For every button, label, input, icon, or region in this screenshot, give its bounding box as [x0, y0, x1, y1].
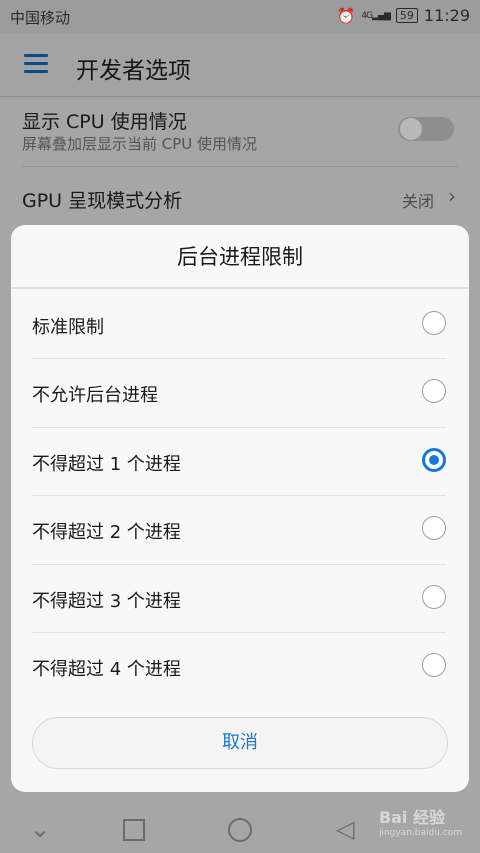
clock: 11:29 — [423, 6, 470, 25]
radio-option[interactable]: 不得超过 1 个进程 — [32, 428, 446, 497]
radio-option[interactable]: 不允许后台进程 — [32, 359, 446, 428]
alarm-icon: ⏰ — [336, 6, 356, 25]
hamburger-menu-icon[interactable] — [24, 54, 50, 76]
watermark-url: jingyan.baidu.com — [378, 828, 462, 838]
home-icon[interactable] — [228, 818, 252, 842]
watermark-brand: Bai 经验 — [378, 808, 445, 827]
cancel-button[interactable]: 取消 — [32, 717, 448, 769]
toggle-knob — [400, 118, 422, 140]
option-label: 标准限制 — [32, 317, 104, 338]
background-process-limit-dialog: 后台进程限制 标准限制 不允许后台进程 不得超过 1 个进程 不得超过 2 个进… — [11, 225, 469, 792]
option-label: 不允许后台进程 — [32, 385, 158, 407]
chevron-right-icon: › — [448, 184, 456, 208]
back-icon[interactable]: ◁ — [336, 815, 354, 843]
signal-icon: 4G▂▄▆ — [361, 10, 390, 21]
battery-icon: 59 — [395, 8, 418, 23]
setting-show-cpu-usage[interactable]: 显示 CPU 使用情况 屏幕叠加层显示当前 CPU 使用情况 — [0, 97, 480, 167]
carrier-name: 中国移动 — [10, 9, 71, 27]
setting-title: 显示 CPU 使用情况 — [22, 111, 187, 133]
chevron-down-icon[interactable]: ⌄ — [30, 815, 50, 843]
status-bar: 中国移动 ⏰ 4G▂▄▆ 59 11:29 — [0, 0, 480, 34]
network-type: 4G — [361, 10, 373, 21]
watermark-logo: Bai 经验 jingyan.baidu.com — [379, 804, 462, 838]
page-title: 开发者选项 — [76, 58, 191, 84]
radio-button[interactable] — [422, 516, 446, 541]
radio-option[interactable]: 不得超过 4 个进程 — [32, 633, 446, 700]
radio-option[interactable]: 不得超过 2 个进程 — [32, 496, 446, 565]
radio-button[interactable] — [422, 311, 446, 335]
app-bar: 开发者选项 — [0, 34, 480, 97]
option-label: 不得超过 2 个进程 — [32, 522, 181, 544]
recent-apps-icon[interactable] — [123, 819, 145, 841]
setting-gpu-rendering-profile[interactable]: GPU 呈现模式分析 关闭 › — [0, 167, 480, 229]
radio-option[interactable]: 不得超过 3 个进程 — [32, 565, 446, 633]
setting-subtitle: 屏幕叠加层显示当前 CPU 使用情况 — [22, 135, 258, 153]
radio-button[interactable] — [422, 584, 446, 609]
setting-value: 关闭 — [401, 192, 434, 211]
option-label: 不得超过 1 个进程 — [32, 453, 181, 475]
option-label: 不得超过 3 个进程 — [32, 590, 181, 612]
setting-title: GPU 呈现模式分析 — [22, 190, 183, 212]
dialog-title: 后台进程限制 — [11, 225, 469, 289]
radio-button[interactable] — [422, 652, 446, 677]
radio-option-list: 标准限制 不允许后台进程 不得超过 1 个进程 不得超过 2 个进程 不得超过 … — [11, 291, 469, 700]
cpu-usage-toggle[interactable] — [398, 117, 454, 141]
radio-button[interactable] — [422, 379, 446, 404]
option-label: 不得超过 4 个进程 — [32, 658, 181, 680]
status-icons: ⏰ 4G▂▄▆ 59 11:29 — [337, 6, 470, 25]
radio-button[interactable] — [422, 447, 446, 472]
radio-option[interactable]: 标准限制 — [32, 291, 446, 360]
